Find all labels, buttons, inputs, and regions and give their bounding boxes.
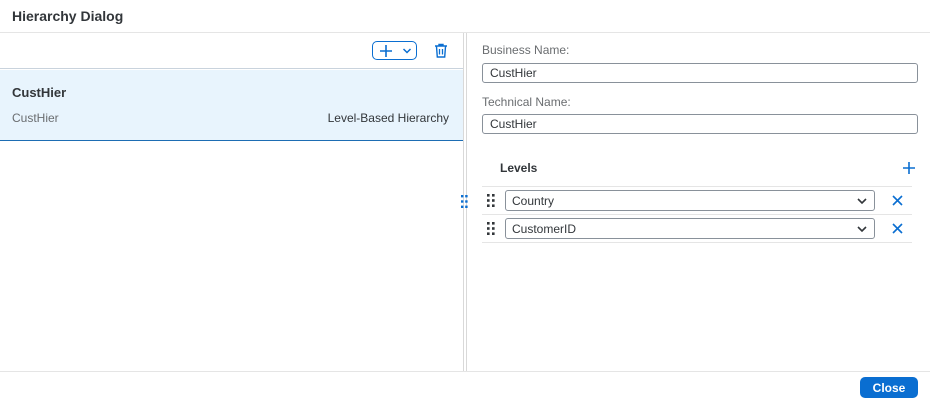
hierarchy-list-item[interactable]: CustHier CustHier Level-Based Hierarchy [0, 70, 463, 141]
technical-name-label: Technical Name: [482, 95, 571, 109]
trash-icon [435, 43, 447, 58]
dialog-header: Hierarchy Dialog [0, 0, 930, 33]
delete-hierarchy-button[interactable] [432, 40, 450, 60]
chevron-down-icon [402, 47, 412, 54]
technical-name-input[interactable] [482, 114, 918, 134]
hierarchy-details-pane: Business Name: Technical Name: Levels Co… [468, 33, 930, 371]
hierarchy-name: CustHier [12, 85, 67, 100]
chevron-down-icon [857, 226, 867, 233]
level-select-value: CustomerID [512, 222, 577, 236]
levels-title: Levels [500, 161, 538, 175]
hierarchy-type: Level-Based Hierarchy [327, 111, 449, 125]
level-select[interactable]: CustomerID [505, 218, 875, 239]
level-row: Country [482, 187, 912, 215]
plus-icon [380, 44, 392, 57]
close-icon [891, 194, 903, 206]
level-select-value: Country [512, 194, 555, 208]
remove-level-button[interactable] [890, 221, 904, 235]
drag-handle-icon[interactable] [486, 193, 496, 207]
close-icon [891, 222, 903, 234]
level-select[interactable]: Country [505, 190, 875, 211]
dialog-footer: Close [0, 371, 930, 401]
drag-handle-icon[interactable] [486, 221, 496, 235]
close-button[interactable]: Close [860, 377, 918, 398]
add-hierarchy-menu-button[interactable] [372, 41, 417, 60]
levels-header: Levels [482, 153, 915, 187]
hierarchy-list-toolbar [0, 33, 463, 69]
chevron-down-icon [857, 198, 867, 205]
add-level-button[interactable] [900, 159, 918, 177]
plus-icon [903, 162, 915, 174]
business-name-label: Business Name: [482, 43, 570, 57]
hierarchy-technical-name: CustHier [12, 111, 59, 125]
level-row: CustomerID [482, 215, 912, 243]
business-name-input[interactable] [482, 63, 918, 83]
remove-level-button[interactable] [890, 193, 904, 207]
hierarchy-list-pane: CustHier CustHier Level-Based Hierarchy [0, 33, 463, 371]
dialog-title: Hierarchy Dialog [12, 8, 124, 24]
